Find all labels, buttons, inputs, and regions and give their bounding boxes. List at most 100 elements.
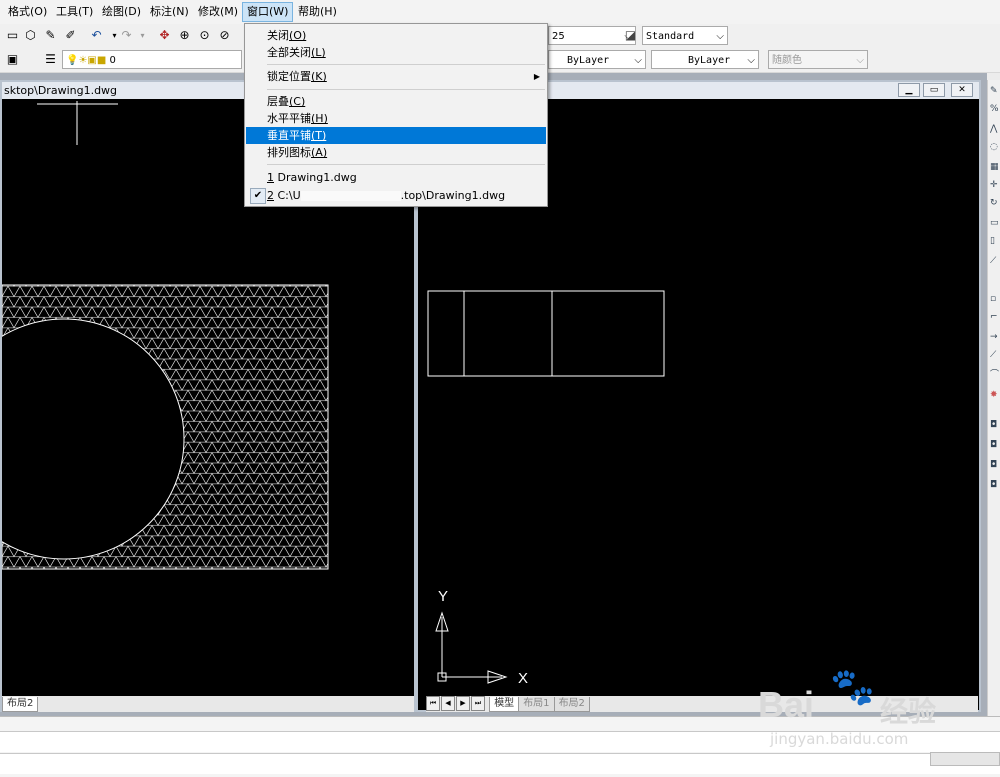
menu-help[interactable]: 帮助(H)	[294, 3, 341, 21]
text-style-icon[interactable]: ◪	[622, 27, 639, 44]
move-icon[interactable]: ✛	[990, 180, 1000, 190]
menu-item-label: 全部关闭	[267, 46, 311, 59]
explode-icon[interactable]: ⌒	[990, 370, 1000, 380]
erase-icon[interactable]: ✎	[990, 86, 1000, 96]
layer-icon[interactable]: ▣	[4, 51, 21, 68]
pan-icon[interactable]: ✥	[156, 27, 173, 44]
submenu-arrow-icon: ▶	[533, 72, 540, 81]
design-center-icon[interactable]: ⬡	[22, 27, 39, 44]
dimension-icon[interactable]: ◘	[990, 420, 1000, 430]
menu-item-tile-horizontal[interactable]: 水平平铺(H)	[246, 110, 546, 127]
break-icon[interactable]: ▫	[990, 294, 1000, 304]
menu-item-number: 1	[267, 171, 274, 184]
zoom-realtime-icon[interactable]: ⊕	[176, 27, 193, 44]
menu-item-lock-position[interactable]: 锁定位置(K) ▶	[246, 68, 546, 85]
menu-item-close[interactable]: 关闭(O)	[246, 27, 546, 44]
menu-item-label: 锁定位置	[267, 70, 311, 83]
restore-icon[interactable]: ▭	[923, 83, 945, 97]
window-menu-dropdown: 关闭(O) 全部关闭(L) 锁定位置(K) ▶ 层叠(C) 水平平铺(H) 垂直平…	[244, 23, 548, 207]
linetype-scale-value: 25	[552, 31, 565, 42]
dimension-icon[interactable]: ◘	[990, 460, 1000, 470]
dimension-icon[interactable]: ◘	[990, 480, 1000, 490]
last-tab-icon[interactable]: ⏭	[471, 696, 485, 711]
check-icon: ✔	[250, 188, 266, 204]
tab-layout1[interactable]: 布局1	[518, 697, 555, 712]
lineweight-dropdown[interactable]: ByLayer ⌵	[651, 50, 759, 69]
join-icon[interactable]: ⌐	[990, 312, 1000, 322]
chevron-down-icon: ⌵	[634, 55, 642, 66]
watermark-brand: Bai	[758, 684, 815, 725]
dimension-icon[interactable]: ◘	[990, 440, 1000, 450]
menu-draw[interactable]: 绘图(D)	[98, 3, 145, 21]
menu-item-tile-vertical[interactable]: 垂直平铺(T)	[246, 127, 546, 144]
watermark-brand-cn: 经验	[880, 695, 937, 728]
copy-icon[interactable]: %	[990, 104, 1000, 114]
horizontal-scrollbar[interactable]	[930, 752, 1000, 766]
layer-manager-icon[interactable]: ☰	[42, 51, 59, 68]
menu-item-label: 垂直平铺	[267, 129, 311, 142]
menu-item-arrange-icons[interactable]: 排列图标(A)	[246, 144, 546, 161]
tab-layout2[interactable]: 布局2	[553, 697, 590, 712]
trim-icon[interactable]: ⟋	[990, 256, 1000, 266]
first-tab-icon[interactable]: ⏮	[426, 696, 440, 711]
tab-model[interactable]: 模型	[489, 697, 520, 712]
chamfer-icon[interactable]: →	[990, 332, 1000, 342]
open-icon[interactable]: ▭	[4, 27, 21, 44]
menu-item-accel: (T)	[311, 129, 327, 142]
match-properties-icon[interactable]: ✐	[62, 27, 79, 44]
offset-icon[interactable]: ◌	[990, 142, 1000, 152]
menu-item-recent-1[interactable]: 1 Drawing1.dwg	[246, 169, 546, 186]
menu-item-label: 排列图标	[267, 146, 311, 159]
menu-item-accel: (O)	[289, 29, 307, 42]
menu-item-accel: (A)	[311, 146, 328, 159]
left-layout-tabs: 布局2	[2, 696, 414, 712]
watermark-url: jingyan.baidu.com	[770, 730, 909, 748]
plot-style-value: 随颜色	[772, 55, 802, 66]
menu-item-recent-2[interactable]: ✔ 2 C:\U .top\Drawing1.dwg	[246, 187, 546, 204]
redo-icon[interactable]: ↷	[118, 27, 135, 44]
layer-state-icons: 💡☀▣■	[66, 55, 107, 66]
next-tab-icon[interactable]: ▶	[456, 696, 470, 711]
layer-dropdown[interactable]: 💡☀▣■ 0	[62, 50, 242, 69]
scale-icon[interactable]: ▭	[990, 218, 1000, 228]
zoom-previous-icon[interactable]: ⊘	[216, 27, 233, 44]
menu-item-cascade[interactable]: 层叠(C)	[246, 93, 546, 110]
paw-icon: 🐾	[830, 667, 875, 708]
text-style-value: Standard	[646, 31, 695, 42]
rotate-icon[interactable]: ↻	[990, 198, 1000, 208]
menu-item-close-all[interactable]: 全部关闭(L)	[246, 44, 546, 61]
linetype-dropdown[interactable]: ByLayer ⌵	[548, 50, 646, 69]
redacted-block	[300, 191, 401, 201]
linetype-value: ByLayer	[567, 55, 610, 66]
menu-tools[interactable]: 工具(T)	[52, 3, 97, 21]
chevron-down-icon[interactable]: ▾	[134, 27, 151, 44]
menu-separator	[267, 64, 545, 65]
close-icon[interactable]: ✕	[951, 83, 973, 97]
menu-window[interactable]: 窗口(W)	[242, 2, 294, 22]
minimize-icon[interactable]: ▁	[898, 83, 920, 97]
menu-dimension[interactable]: 标注(N)	[146, 3, 193, 21]
stretch-icon[interactable]: ▯	[990, 236, 1000, 246]
menu-item-label-tail: .top\Drawing1.dwg	[400, 189, 506, 202]
fillet-icon[interactable]: ⟋	[990, 350, 1000, 360]
chevron-down-icon: ⌵	[856, 55, 864, 66]
zoom-window-icon[interactable]: ⊙	[196, 27, 213, 44]
menu-item-accel: (L)	[311, 46, 326, 59]
command-input[interactable]	[0, 753, 1000, 774]
pencil-icon[interactable]: ✎	[42, 27, 59, 44]
lineweight-value: ByLayer	[688, 55, 731, 66]
explode-object-icon[interactable]: ✸	[990, 390, 1000, 400]
menu-modify[interactable]: 修改(M)	[194, 3, 242, 21]
menu-format[interactable]: 格式(O)	[4, 3, 51, 21]
array-icon[interactable]: ▦	[990, 162, 1000, 172]
undo-icon[interactable]: ↶	[88, 27, 105, 44]
chevron-down-icon: ⌵	[716, 31, 724, 42]
menu-item-label: 层叠	[267, 95, 289, 108]
mirror-icon[interactable]: ⋀	[990, 124, 1000, 134]
tab-layout2[interactable]: 布局2	[2, 697, 39, 712]
plot-style-dropdown[interactable]: 随颜色 ⌵	[768, 50, 868, 69]
menu-separator	[267, 164, 545, 165]
text-style-dropdown[interactable]: Standard ⌵	[642, 26, 728, 45]
prev-tab-icon[interactable]: ◀	[441, 696, 455, 711]
menu-item-accel: (K)	[311, 70, 327, 83]
